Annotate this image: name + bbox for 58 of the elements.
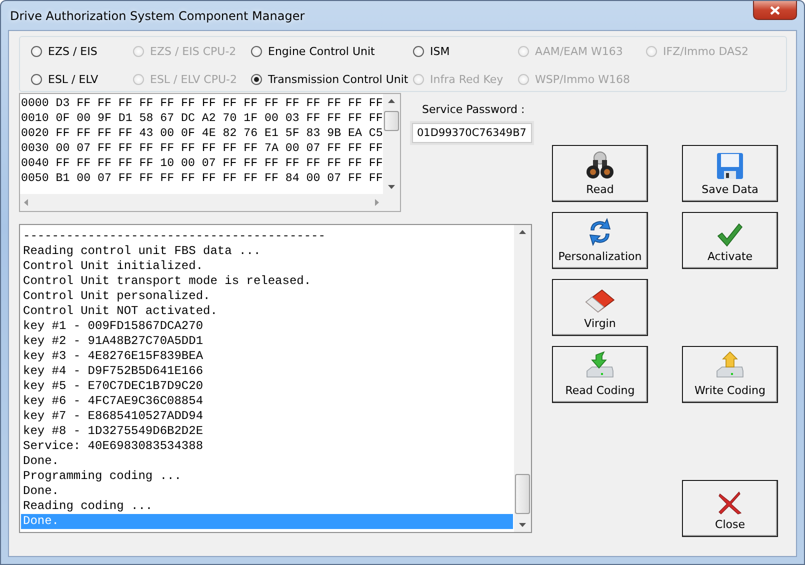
log-list[interactable] (19, 224, 532, 533)
checkmark-icon (717, 223, 743, 247)
log-line[interactable]: key #7 - E8685410527ADD94 (21, 409, 513, 424)
log-line[interactable]: Control Unit NOT activated. (21, 304, 513, 319)
log-line[interactable]: key #6 - 4FC7AE9C36C08854 (21, 394, 513, 409)
action-button[interactable]: Personalization (552, 212, 648, 269)
log-line[interactable]: Reading coding ... (21, 499, 513, 514)
close-icon (718, 491, 742, 515)
action-button[interactable]: Read (552, 145, 648, 202)
hex-row: 0040 FF FF FF FF FF 10 00 07 FF FF FF FF FF FF FF FF (21, 156, 383, 171)
eraser-icon (584, 288, 616, 314)
action-button[interactable]: Save Data (682, 145, 778, 202)
scroll-up-arrow-icon[interactable] (519, 230, 526, 234)
vertical-scrollbar[interactable] (514, 225, 531, 532)
hex-row: 0030 00 07 FF FF FF FF FF FF FF FF 7A 00 07 FF FF FF (21, 141, 383, 156)
service-password-field[interactable]: 01D99370C76349B7 (412, 123, 532, 143)
hex-row: 0050 B1 00 07 FF FF FF FF FF FF FF FF 84 00 07 FF FF (21, 171, 383, 186)
binoculars-icon (585, 150, 615, 180)
log-line[interactable]: Programming coding ... (21, 469, 513, 484)
log-line[interactable]: Reading control unit FBS data ... (21, 244, 513, 259)
log-line[interactable]: Control Unit personalized. (21, 289, 513, 304)
hex-editor[interactable] (19, 93, 401, 212)
hex-row: 0020 FF FF FF FF 43 00 0F 4E 82 76 E1 5F 83 9B EA C5 (21, 126, 383, 141)
window-title: Drive Authorization System Component Manager (9, 8, 305, 22)
hex-row: 0000 D3 FF FF FF FF FF FF FF FF FF FF FF FF FF FF FF (21, 96, 383, 111)
log-line[interactable]: key #5 - E70C7DEC1B7D9C20 (21, 379, 513, 394)
module-radio[interactable]: ISM (413, 44, 518, 58)
window-close-button[interactable] (753, 1, 797, 20)
action-button[interactable]: Virgin (552, 279, 648, 336)
action-button[interactable]: Activate (682, 212, 778, 269)
log-line[interactable]: Control Unit initialized. (21, 259, 513, 274)
module-radio[interactable]: Transmission Control Unit (251, 72, 413, 86)
log-line[interactable]: Done. (21, 454, 513, 469)
module-radio[interactable]: EZS / EIS (31, 44, 133, 58)
scroll-down-arrow-icon[interactable] (519, 523, 526, 527)
scrollbar-thumb[interactable] (515, 474, 530, 514)
action-button[interactable]: Read Coding (552, 346, 648, 403)
sync-arrows-icon (588, 217, 612, 247)
log-line[interactable]: key #8 - 1D3275549D6B2D2E (21, 424, 513, 439)
log-line[interactable]: Control Unit transport mode is released. (21, 274, 513, 289)
hex-row: 0010 0F 00 9F D1 58 67 DC A2 70 1F 00 03 FF FF FF FF (21, 111, 383, 126)
log-line[interactable]: ------------------------------------------ (21, 229, 513, 244)
vertical-scrollbar[interactable] (383, 94, 400, 211)
log-line[interactable]: Done. (21, 484, 513, 499)
module-radio[interactable]: ESL / ELV (31, 72, 133, 86)
log-line[interactable]: Service: 40E6983083534388 (21, 439, 513, 454)
scrollbar-thumb[interactable] (384, 111, 399, 131)
log-line[interactable]: key #4 - D9F752B5D641E166 (21, 364, 513, 379)
scroll-up-arrow-icon[interactable] (388, 99, 395, 103)
module-radio[interactable]: Engine Control Unit (251, 44, 413, 58)
log-line[interactable]: key #2 - 91A48B27C70A5DD1 (21, 334, 513, 349)
log-line[interactable]: key #1 - 009FD15867DCA270 (21, 319, 513, 334)
scroll-down-arrow-icon[interactable] (388, 185, 395, 189)
action-button[interactable]: Write Coding (682, 346, 778, 403)
log-line[interactable]: key #3 - 4E8276E15F839BEA (21, 349, 513, 364)
close-icon (770, 6, 780, 14)
service-password-label: Service Password : (421, 103, 526, 116)
action-button[interactable]: Close (682, 480, 778, 537)
